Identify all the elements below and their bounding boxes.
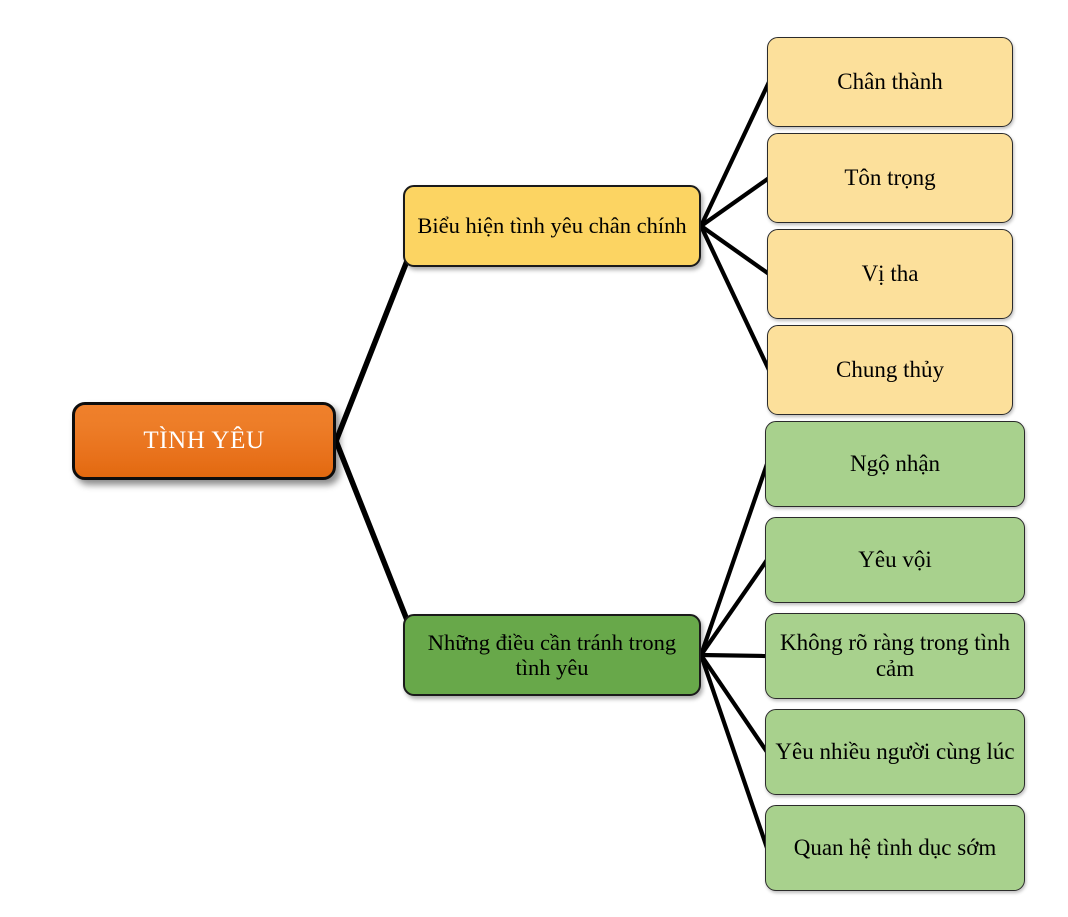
node-leaf-khong-ro-rang-label: Không rõ ràng trong tình cảm [780,630,1010,681]
edge-root-to-branch-can-tranh [333,439,410,622]
edge-branch-can-tranh-to-leaf-yeu-nhieu-nguoi [699,653,769,754]
node-leaf-chan-thanh[interactable]: Chân thành [767,37,1013,127]
mindmap-canvas: TÌNH YÊU Biểu hiện tình yêu chân chính Châ… [0,0,1068,917]
node-branch-can-tranh-label: Những điều cần tránh trong tình yêu [427,629,677,680]
node-leaf-yeu-voi-label: Yêu vội [858,547,932,573]
node-branch-bieu-hien[interactable]: Biểu hiện tình yêu chân chính [403,185,701,267]
node-leaf-yeu-voi[interactable]: Yêu vội [765,517,1025,603]
node-leaf-ton-trong[interactable]: Tôn trọng [767,133,1013,223]
node-leaf-ngo-nhan-label: Ngộ nhận [849,451,941,477]
node-leaf-quan-he-som[interactable]: Quan hệ tình dục sớm [765,805,1025,891]
node-leaf-ton-trong-label: Tôn trọng [844,165,936,191]
node-leaf-yeu-nhieu-nguoi[interactable]: Yêu nhiều người cùng lúc [765,709,1025,795]
node-branch-can-tranh[interactable]: Những điều cần tránh trong tình yêu [403,614,701,696]
node-leaf-chung-thuy-label: Chung thủy [836,357,944,383]
node-branch-bieu-hien-label: Biểu hiện tình yêu chân chính [417,213,687,239]
node-leaf-chung-thuy[interactable]: Chung thủy [767,325,1013,415]
edge-branch-bieu-hien-to-leaf-chan-thanh [699,81,771,227]
edge-branch-can-tranh-to-leaf-quan-he-som [699,654,769,849]
node-leaf-vi-tha[interactable]: Vị tha [767,229,1013,319]
edge-branch-bieu-hien-to-leaf-vi-tha [699,224,771,276]
node-leaf-ngo-nhan[interactable]: Ngộ nhận [765,421,1025,507]
node-root[interactable]: TÌNH YÊU [72,402,336,480]
node-root-label: TÌNH YÊU [143,427,265,454]
node-leaf-yeu-nhieu-nguoi-label: Yêu nhiều người cùng lúc [775,739,1015,765]
edge-root-to-branch-bieu-hien [333,259,410,443]
node-leaf-quan-he-som-label: Quan hệ tình dục sớm [793,835,997,861]
edge-branch-can-tranh-to-leaf-khong-ro-rang [700,652,768,659]
edge-branch-can-tranh-to-leaf-ngo-nhan [699,463,769,656]
edge-branch-bieu-hien-to-leaf-ton-trong [699,176,771,228]
node-leaf-chan-thanh-label: Chân thành [837,69,943,95]
node-leaf-khong-ro-rang[interactable]: Không rõ ràng trong tình cảm [765,613,1025,699]
node-leaf-vi-tha-label: Vị tha [861,261,919,287]
edge-branch-can-tranh-to-leaf-yeu-voi [699,558,769,657]
edge-branch-bieu-hien-to-leaf-chung-thuy [699,225,771,371]
